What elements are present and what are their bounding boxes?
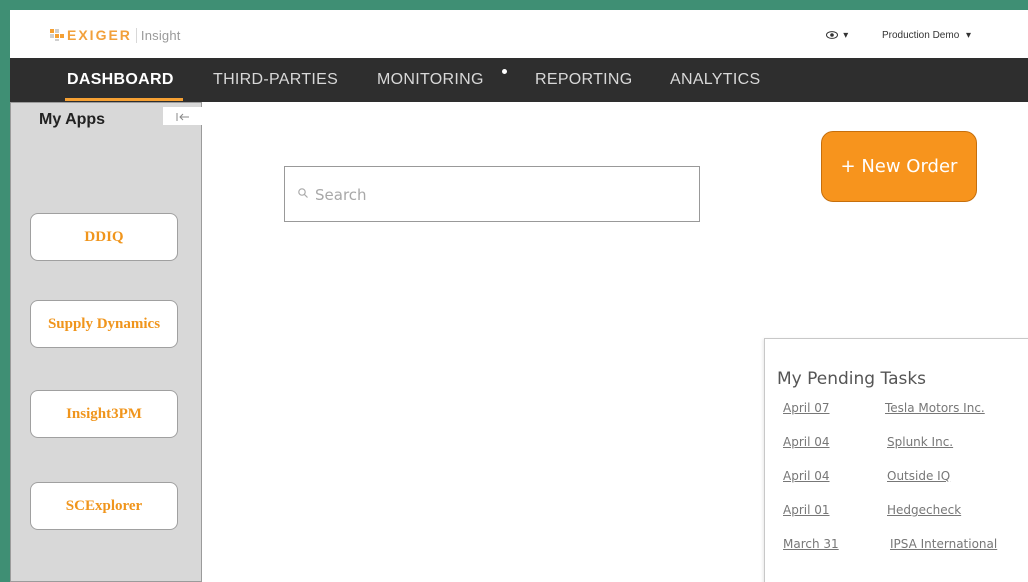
monitoring-indicator-dot: [502, 69, 507, 74]
my-apps-sidebar: My Apps DDIQ Supply Dynamics Insight3PM …: [10, 102, 203, 582]
app-window: EXIGER Insight ▾ Production Demo ▾ DASHB…: [10, 10, 1028, 582]
search-icon: [298, 188, 308, 198]
task-date[interactable]: March 31: [783, 537, 839, 551]
top-header: EXIGER Insight ▾ Production Demo ▾: [10, 10, 1028, 59]
new-order-button[interactable]: + New Order: [821, 131, 977, 202]
eye-icon: [826, 30, 841, 41]
nav-monitoring[interactable]: MONITORING: [377, 71, 484, 89]
task-date[interactable]: April 04: [783, 469, 830, 483]
active-tab-indicator: [65, 98, 183, 101]
task-date[interactable]: April 07: [783, 401, 830, 415]
search-input[interactable]: [313, 181, 687, 209]
brand-name: EXIGER: [67, 27, 132, 43]
product-name: Insight: [135, 27, 181, 43]
nav-third-parties[interactable]: THIRD-PARTIES: [213, 71, 338, 89]
sidebar-title: My Apps: [39, 111, 106, 128]
exiger-logo-icon: [50, 29, 64, 41]
task-name[interactable]: Outside IQ: [887, 469, 950, 483]
environment-label: Production Demo: [882, 30, 960, 41]
task-name[interactable]: IPSA International: [890, 537, 997, 551]
pending-tasks-panel: My Pending Tasks April 07 Tesla Motors I…: [764, 338, 1028, 582]
app-supply-dynamics[interactable]: Supply Dynamics: [30, 300, 178, 348]
nav-reporting[interactable]: REPORTING: [535, 71, 633, 89]
view-menu-caret: ▾: [843, 30, 849, 41]
task-name[interactable]: Tesla Motors Inc.: [885, 401, 985, 415]
environment-caret: ▾: [966, 30, 972, 41]
task-date[interactable]: April 04: [783, 435, 830, 449]
nav-analytics[interactable]: ANALYTICS: [670, 71, 760, 89]
pending-tasks-title: My Pending Tasks: [777, 369, 927, 389]
nav-dashboard[interactable]: DASHBOARD: [67, 71, 174, 89]
exiger-logo[interactable]: EXIGER Insight: [50, 24, 181, 46]
task-name[interactable]: Hedgecheck: [887, 503, 961, 517]
search-box[interactable]: [284, 166, 700, 222]
app-insight3pm[interactable]: Insight3PM: [30, 390, 178, 438]
environment-menu[interactable]: Production Demo ▾: [882, 30, 971, 41]
collapse-sidebar-button[interactable]: [163, 107, 203, 125]
collapse-left-icon: [176, 112, 189, 121]
view-menu[interactable]: ▾: [826, 30, 848, 41]
app-scexplorer[interactable]: SCExplorer: [30, 482, 178, 530]
main-nav: DASHBOARD THIRD-PARTIES MONITORING REPOR…: [10, 58, 1028, 102]
task-name[interactable]: Splunk Inc.: [887, 435, 953, 449]
task-date[interactable]: April 01: [783, 503, 830, 517]
app-ddiq[interactable]: DDIQ: [30, 213, 178, 261]
